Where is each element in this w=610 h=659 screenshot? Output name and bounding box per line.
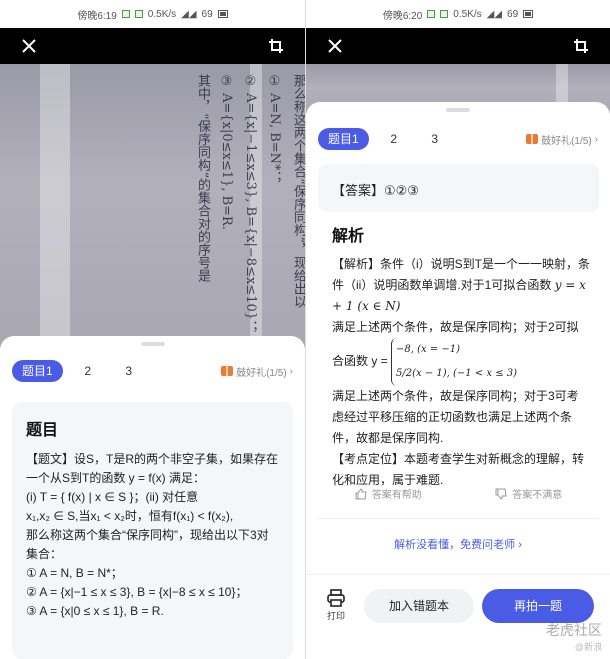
gift-icon — [526, 134, 539, 144]
question-line: ② A = {x|−1 ≤ x ≤ 3}, B = {x|−8 ≤ x ≤ 10… — [26, 585, 248, 599]
crop-icon[interactable] — [570, 35, 592, 57]
signal-icon: ◢◢ — [486, 8, 503, 20]
tab-question-3[interactable]: 3 — [113, 360, 145, 382]
retake-photo-button[interactable]: 再拍一题 — [482, 589, 594, 623]
tab-question-1[interactable]: 题目1 — [318, 128, 369, 150]
tab-question-2[interactable]: 2 — [378, 128, 410, 150]
watermark-sub: @新浪 — [574, 642, 602, 652]
feedback-row: 答案有帮助 答案不满意 — [318, 486, 599, 501]
question-title: 题目 — [26, 422, 59, 439]
status-battery: 69 — [507, 8, 519, 20]
result-sheet: 题目1 2 3 鼓好礼(1/5) › 【答案】①②③ 解析 【解析】条件（i）说… — [306, 102, 610, 659]
question-line: ① A = N, B = N*； — [26, 566, 123, 580]
status-battery: 69 — [201, 8, 213, 20]
right-screen: 傍晚6:20 0.5K/s ◢◢ 69 题目1 2 3 鼓好礼(1/5) › 【… — [305, 0, 610, 659]
piecewise-formula: −8, (x = −1) 5/2(x − 1), (−1 < x ≤ 3) — [391, 338, 517, 386]
crop-icon[interactable] — [265, 35, 287, 57]
chevron-right-icon: › — [594, 133, 598, 145]
status-speed: 0.5K/s — [453, 8, 482, 20]
tab-question-3[interactable]: 3 — [419, 128, 451, 150]
notification-icon — [440, 10, 449, 18]
photo-text-line: 那么称这两个集合“保序同构”，现给出以 — [291, 74, 305, 309]
photo-text-line: ② A={x|−1≤x≤3}, B={x|−8≤x≤10}； — [243, 74, 258, 334]
analysis-paragraph: 满足上述两个条件，故是保序同构；对于3可考虑经过平移压缩的正切函数也满足上述两个… — [332, 389, 579, 445]
gift-icon — [221, 366, 234, 376]
photo-highlight — [40, 64, 70, 364]
question-card: 题目 【题文】设S，T是R的两个非空子集，如果存在一个从S到T的函数 y = f… — [12, 402, 293, 659]
close-icon[interactable] — [324, 35, 346, 57]
drag-handle[interactable] — [446, 108, 470, 112]
battery-icon — [523, 10, 534, 18]
analysis-paragraph: 【解析】条件（i）说明S到T是一个一一映射，条件（ii）说明函数单调增.对于1可… — [332, 257, 591, 313]
thumbs-down-icon — [495, 488, 507, 500]
divider — [318, 518, 599, 519]
status-time: 傍晚6:20 — [382, 10, 423, 22]
promo-label: 鼓好礼(1/5) — [541, 135, 592, 147]
camera-toolbar — [0, 28, 305, 64]
analysis-paragraph: 满足上述两个条件，故是保序同构；对于2可拟合函数 y = −8, (x = −1… — [332, 317, 590, 386]
bottom-action-bar: 打印 加入错题本 再拍一题 老虎社区 @新浪 — [306, 574, 610, 659]
photo-text-line: 其中，“保序同构”的集合对的序号是 — [195, 74, 210, 283]
print-button[interactable]: 打印 — [324, 589, 348, 622]
ask-teacher-link[interactable]: 解析没看懂，免费问老师 › — [306, 536, 610, 552]
watermark: 老虎社区 @新浪 — [546, 620, 602, 653]
result-sheet: 题目1 2 3 鼓好礼(1/5) › 题目 【题文】设S，T是R的两个非空子集，… — [0, 336, 305, 659]
battery-icon — [217, 10, 228, 18]
photo-question-text: 设S，T是R的两个非空子集，如果存在一个从S(i) T={f(x)|x∈S}；(… — [190, 74, 305, 344]
left-screen: 傍晚6:19 0.5K/s ◢◢ 69 设S，T是R的两个非空子集，如果存在一个… — [0, 0, 305, 659]
status-bar: 傍晚6:20 0.5K/s ◢◢ 69 — [306, 0, 610, 28]
close-icon[interactable] — [18, 35, 40, 57]
printer-icon — [327, 589, 345, 607]
question-tabs: 题目1 2 3 鼓好礼(1/5) › — [0, 358, 305, 384]
notification-icon — [121, 10, 130, 18]
photo-text-line: ③ A={x|0≤x≤1}, B=R. — [219, 74, 234, 230]
notification-icon — [427, 10, 436, 18]
status-speed: 0.5K/s — [147, 8, 177, 20]
promo-link[interactable]: 鼓好礼(1/5) › — [221, 364, 293, 379]
not-helpful-label: 答案不满意 — [512, 490, 563, 501]
signal-icon: ◢◢ — [181, 8, 197, 20]
question-tabs: 题目1 2 3 鼓好礼(1/5) › — [306, 126, 610, 152]
question-body: 【题文】设S，T是R的两个非空子集，如果存在一个从S到T的函数 y = f(x)… — [26, 450, 279, 621]
promo-link[interactable]: 鼓好礼(1/5) › — [526, 132, 598, 147]
thumbs-up-icon — [355, 487, 367, 499]
not-helpful-button[interactable]: 答案不满意 — [495, 486, 562, 501]
watermark-text: 老虎社区 — [546, 622, 602, 638]
piecewise-case: 5/2(x − 1), (−1 < x ≤ 3) — [396, 368, 518, 379]
add-to-mistakes-button[interactable]: 加入错题本 — [364, 589, 474, 623]
photo-text-line: ① A=N, B=N*； — [267, 74, 282, 184]
helpful-button[interactable]: 答案有帮助 — [355, 486, 422, 501]
question-line: 那么称这两个集合“保序同构”，现给出以下3对集合： — [26, 528, 269, 561]
print-label: 打印 — [326, 611, 345, 621]
question-line: ③ A = {x|0 ≤ x ≤ 1}, B = R. — [26, 604, 164, 618]
question-line: 【题文】设S，T是R的两个非空子集，如果存在一个从S到T的函数 y = f(x)… — [26, 452, 279, 485]
drag-handle[interactable] — [140, 342, 165, 346]
helpful-label: 答案有帮助 — [371, 490, 422, 501]
captured-photo: 设S，T是R的两个非空子集，如果存在一个从S(i) T={f(x)|x∈S}；(… — [0, 64, 305, 364]
analysis-body: 【解析】条件（i）说明S到T是一个一一映射，条件（ii）说明函数单调增.对于1可… — [332, 254, 590, 491]
question-line: x₁,x₂ ∈ S,当x₁ < x₂时，恒有f(x₁) < f(x₂), — [26, 509, 234, 523]
tab-question-1[interactable]: 题目1 — [12, 360, 63, 382]
piecewise-case: −8, (x = −1) — [396, 344, 461, 355]
tab-question-2[interactable]: 2 — [72, 360, 104, 382]
answer-box: 【答案】①②③ — [318, 164, 599, 212]
notification-icon — [134, 10, 143, 18]
status-time: 傍晚6:19 — [77, 10, 117, 22]
question-line: (i) T = { f(x) | x ∈ S }；(ii) 对任意 — [26, 490, 199, 504]
chevron-right-icon: › — [289, 365, 293, 377]
camera-toolbar — [306, 28, 610, 64]
promo-label: 鼓好礼(1/5) — [236, 367, 287, 379]
status-bar: 傍晚6:19 0.5K/s ◢◢ 69 — [0, 0, 305, 28]
analysis-title: 解析 — [332, 228, 365, 245]
analysis-paragraph: 【考点定位】本题考查学生对新概念的理解，转化和应用，属于难题. — [332, 452, 585, 487]
